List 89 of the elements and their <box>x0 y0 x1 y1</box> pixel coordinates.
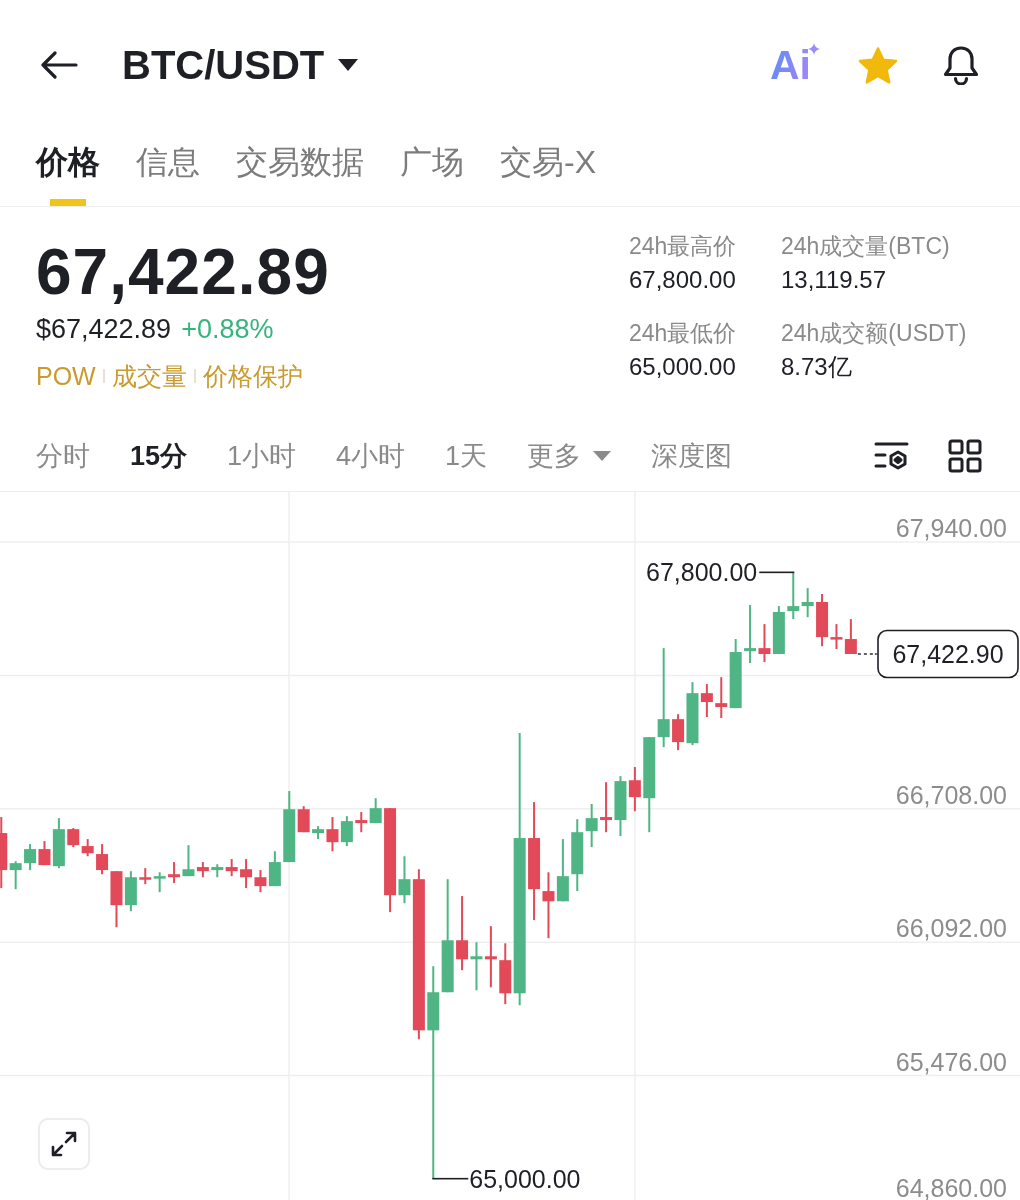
axis-label: 65,476.00 <box>895 1047 1007 1076</box>
interval-tab[interactable]: 1小时 <box>227 437 297 474</box>
rising-candle <box>772 606 785 654</box>
fiat-price: $67,422.89 <box>36 313 172 345</box>
stat-label: 24h最低价 <box>629 319 738 348</box>
tag-link[interactable]: POW <box>36 360 96 392</box>
sparkle-icon <box>808 43 820 55</box>
rising-candle <box>729 639 742 709</box>
axis-label: 66,092.00 <box>895 914 1007 943</box>
falling-candle <box>355 812 368 833</box>
stat-value: 13,119.57 <box>781 265 887 295</box>
falling-candle <box>67 828 80 848</box>
interval-tab[interactable]: 分时 <box>36 437 90 474</box>
last-price: 67,422.89 <box>36 240 330 304</box>
tab[interactable]: 交易数据 <box>236 130 364 206</box>
tag-link[interactable]: 成交量 <box>111 360 187 392</box>
falling-candle <box>600 782 613 833</box>
axis-label: 67,940.00 <box>895 514 1007 542</box>
stat-value: 8.73亿 <box>781 352 853 382</box>
falling-candle <box>297 806 310 833</box>
falling-candle <box>715 677 728 719</box>
leader-line <box>759 571 795 574</box>
rising-candle <box>52 818 65 869</box>
pair-title[interactable]: BTC/USDT <box>122 41 325 89</box>
falling-candle <box>499 943 512 1005</box>
falling-candle <box>139 868 152 885</box>
falling-candle <box>484 926 497 988</box>
stat-label: 24h成交额(USDT) <box>781 319 968 348</box>
rising-candle <box>686 682 699 746</box>
falling-candle <box>254 870 267 893</box>
caret-down-icon[interactable] <box>338 59 359 71</box>
rising-candle <box>398 856 411 904</box>
rising-candle <box>614 776 627 837</box>
expand-icon <box>51 1131 77 1157</box>
tab[interactable]: 广场 <box>400 130 464 206</box>
rising-candle <box>340 816 353 847</box>
rising-candle <box>124 871 137 912</box>
back-arrow-icon[interactable] <box>40 51 78 79</box>
bell-icon[interactable] <box>942 45 980 85</box>
star-icon[interactable] <box>858 46 898 84</box>
axis-label: 64,860.00 <box>895 1174 1007 1200</box>
rising-candle <box>211 864 224 878</box>
interval-tab[interactable]: 深度图 <box>651 437 733 474</box>
leader-line <box>432 1177 469 1180</box>
falling-candle <box>758 624 771 662</box>
falling-candle <box>225 859 238 877</box>
rising-candle <box>268 851 281 887</box>
last-price-tag: 67,422.90 <box>877 629 1019 679</box>
tab[interactable]: 交易-X <box>500 130 596 206</box>
rising-candle <box>556 839 569 902</box>
stat-label: 24h成交量(BTC) <box>781 232 951 261</box>
falling-candle <box>844 619 857 654</box>
falling-candle <box>168 862 181 884</box>
interval-tab[interactable]: 更多 <box>527 437 612 474</box>
falling-candle <box>700 684 713 717</box>
rising-candle <box>9 861 22 890</box>
caret-down-icon <box>593 450 612 461</box>
high-price-label: 67,800.00 <box>646 558 758 587</box>
low-price-label: 65,000.00 <box>469 1164 581 1193</box>
falling-candle <box>628 767 641 812</box>
stat-value: 65,000.00 <box>629 352 737 382</box>
stat-label: 24h最高价 <box>629 232 738 261</box>
tab[interactable]: 信息 <box>136 130 200 206</box>
falling-candle <box>38 841 51 866</box>
rising-candle <box>182 845 195 877</box>
falling-candle <box>326 817 339 852</box>
rising-candle <box>369 798 382 824</box>
rising-candle <box>744 605 757 664</box>
interval-tab[interactable]: 15分 <box>130 437 188 474</box>
falling-candle <box>672 714 685 751</box>
rising-candle <box>470 942 483 991</box>
falling-candle <box>240 859 253 889</box>
price-line <box>857 653 877 655</box>
tab[interactable]: 价格 <box>36 130 100 206</box>
rising-candle <box>24 844 37 871</box>
grid-layout-icon[interactable] <box>948 438 982 473</box>
stat-value: 67,800.00 <box>629 265 737 295</box>
tag-link[interactable]: 价格保护 <box>202 360 303 392</box>
falling-candle <box>0 817 8 889</box>
rising-candle <box>153 872 166 893</box>
falling-candle <box>196 862 209 878</box>
interval-tab[interactable]: 1天 <box>445 437 488 474</box>
interval-tab[interactable]: 4小时 <box>336 437 406 474</box>
price-change: +0.88% <box>181 313 274 345</box>
falling-candle <box>81 839 94 857</box>
rising-candle <box>312 826 325 840</box>
axis-label: 66,708.00 <box>895 780 1007 809</box>
rising-candle <box>283 791 296 863</box>
expand-button[interactable] <box>38 1118 90 1170</box>
